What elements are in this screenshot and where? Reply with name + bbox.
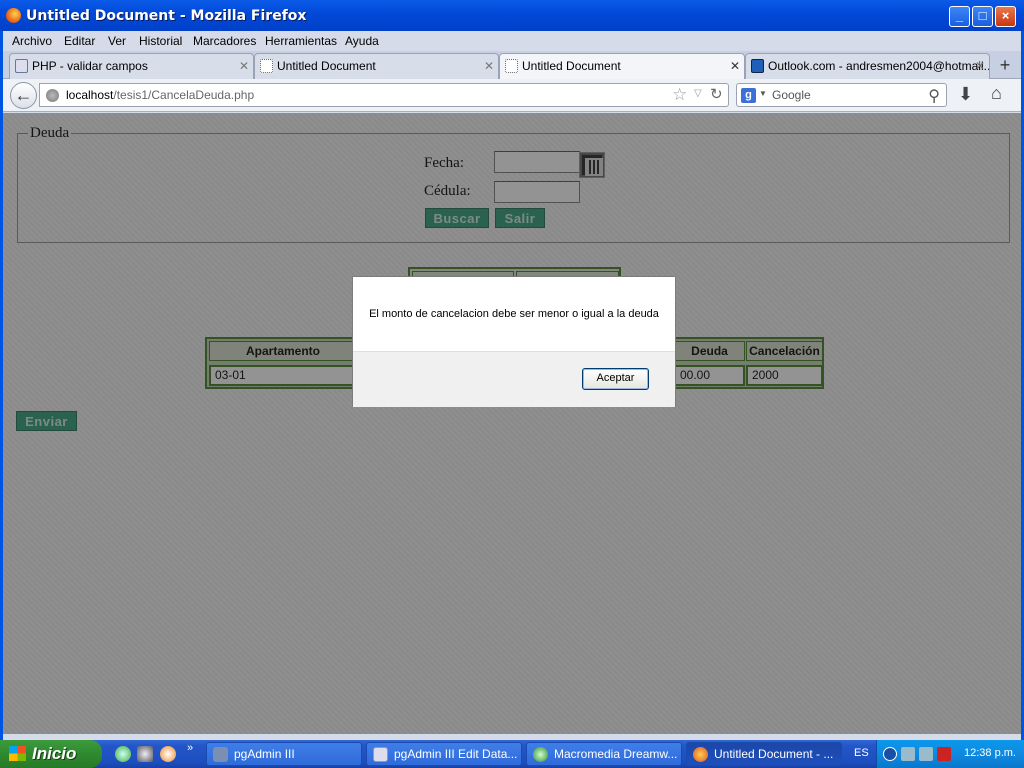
- taskbar-item-label: pgAdmin III Edit Data...: [394, 747, 518, 761]
- globe-icon: [46, 89, 59, 102]
- page-content: Deuda Fecha: Cédula: Buscar Salir Apelli…: [3, 113, 1021, 734]
- close-icon[interactable]: ✕: [975, 54, 985, 78]
- tab-label: Untitled Document: [522, 59, 621, 73]
- search-placeholder: Google: [772, 88, 811, 102]
- tab-untitled-active[interactable]: Untitled Document ✕: [499, 53, 745, 80]
- reload-icon[interactable]: ↻: [710, 85, 723, 103]
- close-icon[interactable]: ✕: [730, 54, 740, 78]
- tab-untitled-1[interactable]: Untitled Document ✕: [254, 53, 499, 79]
- minimize-button[interactable]: _: [949, 6, 970, 27]
- page-icon: [505, 59, 518, 73]
- app-quicklaunch-icon[interactable]: [137, 746, 153, 762]
- quicklaunch-more-icon[interactable]: »: [187, 742, 193, 754]
- navigation-bar: ← localhost/tesis1/CancelaDeuda.php ☆ ▽ …: [3, 79, 1021, 112]
- system-tray: 12:38 p.m.: [876, 740, 1024, 768]
- chevron-down-icon[interactable]: ▼: [759, 89, 767, 98]
- menu-editar[interactable]: Editar: [64, 34, 95, 48]
- taskbar-item-firefox[interactable]: Untitled Document - ...: [686, 742, 842, 766]
- google-icon[interactable]: g: [741, 88, 756, 103]
- tab-bar: PHP - validar campos ✕ Untitled Document…: [3, 51, 1021, 80]
- taskbar-item-label: Macromedia Dreamw...: [554, 747, 678, 761]
- close-icon[interactable]: ✕: [239, 54, 249, 78]
- taskbar-item-label: Untitled Document - ...: [714, 747, 834, 761]
- menu-historial[interactable]: Historial: [139, 34, 182, 48]
- home-icon[interactable]: ⌂: [991, 83, 1002, 104]
- tab-label: Untitled Document: [277, 59, 376, 73]
- back-button[interactable]: ←: [10, 82, 37, 109]
- tab-php-validar[interactable]: PHP - validar campos ✕: [9, 53, 254, 79]
- window-title: Untitled Document - Mozilla Firefox: [26, 8, 307, 24]
- windows-logo-icon: [9, 746, 26, 761]
- taskbar-item-dreamweaver[interactable]: Macromedia Dreamw...: [526, 742, 682, 766]
- download-icon[interactable]: ⬇: [958, 84, 973, 105]
- search-bar[interactable]: g ▼ Google ⚲: [736, 83, 947, 107]
- new-tab-button[interactable]: +: [991, 54, 1019, 79]
- menu-bar: Archivo Editar Ver Historial Marcadores …: [3, 31, 1021, 51]
- ie-quicklaunch-icon[interactable]: [115, 746, 131, 762]
- taskbar-item-pgadmin-edit[interactable]: pgAdmin III Edit Data...: [366, 742, 522, 766]
- tab-label: PHP - validar campos: [32, 59, 148, 73]
- menu-herramientas[interactable]: Herramientas: [265, 34, 337, 48]
- firefox-icon: [6, 8, 21, 23]
- tab-label: Outlook.com - andresmen2004@hotmail...: [768, 59, 990, 73]
- network-icon[interactable]: [919, 747, 933, 761]
- url-bar[interactable]: localhost/tesis1/CancelaDeuda.php ☆ ▽ ↻: [39, 83, 729, 107]
- start-button[interactable]: Inicio: [0, 740, 102, 768]
- taskbar-item-pgadmin[interactable]: pgAdmin III: [206, 742, 362, 766]
- url-path: /tesis1/CancelaDeuda.php: [113, 88, 255, 102]
- media-quicklaunch-icon[interactable]: [160, 746, 176, 762]
- firefox-icon: [693, 747, 708, 762]
- taskbar: Inicio » pgAdmin III pgAdmin III Edit Da…: [0, 740, 1024, 768]
- dreamweaver-icon: [533, 747, 548, 762]
- start-label: Inicio: [32, 744, 77, 763]
- antivirus-icon[interactable]: [937, 747, 951, 761]
- menu-ayuda[interactable]: Ayuda: [345, 34, 379, 48]
- url-text: localhost/tesis1/CancelaDeuda.php: [66, 88, 254, 102]
- menu-ver[interactable]: Ver: [108, 34, 126, 48]
- tab-outlook[interactable]: Outlook.com - andresmen2004@hotmail... ✕: [745, 53, 990, 79]
- url-host: localhost: [66, 88, 114, 102]
- aceptar-button[interactable]: Aceptar: [582, 368, 649, 390]
- title-bar: Untitled Document - Mozilla Firefox _ □ …: [0, 0, 1024, 31]
- close-icon[interactable]: ✕: [484, 54, 494, 78]
- alert-message: El monto de cancelacion debe ser menor o…: [369, 308, 659, 320]
- language-indicator[interactable]: ES: [854, 747, 869, 759]
- page-icon: [260, 59, 273, 73]
- alert-dialog: El monto de cancelacion debe ser menor o…: [352, 276, 676, 407]
- dialog-footer: Aceptar: [353, 351, 675, 407]
- page-icon: [15, 59, 28, 73]
- maximize-button[interactable]: □: [972, 6, 993, 27]
- network-icon[interactable]: [901, 747, 915, 761]
- modal-overlay: El monto de cancelacion debe ser menor o…: [3, 113, 1021, 734]
- menu-archivo[interactable]: Archivo: [12, 34, 52, 48]
- chevron-left-icon[interactable]: [883, 747, 897, 761]
- close-button[interactable]: ×: [995, 6, 1016, 27]
- menu-marcadores[interactable]: Marcadores: [193, 34, 256, 48]
- table-icon: [373, 747, 388, 762]
- pgadmin-icon: [213, 747, 228, 762]
- taskbar-item-label: pgAdmin III: [234, 747, 295, 761]
- search-icon[interactable]: ⚲: [928, 86, 940, 106]
- history-dropdown-icon[interactable]: ▽: [694, 88, 702, 99]
- bookmark-star-icon[interactable]: ☆: [672, 85, 687, 105]
- browser-window: Untitled Document - Mozilla Firefox _ □ …: [0, 0, 1024, 740]
- outlook-icon: [751, 59, 764, 73]
- clock: 12:38 p.m.: [964, 747, 1016, 759]
